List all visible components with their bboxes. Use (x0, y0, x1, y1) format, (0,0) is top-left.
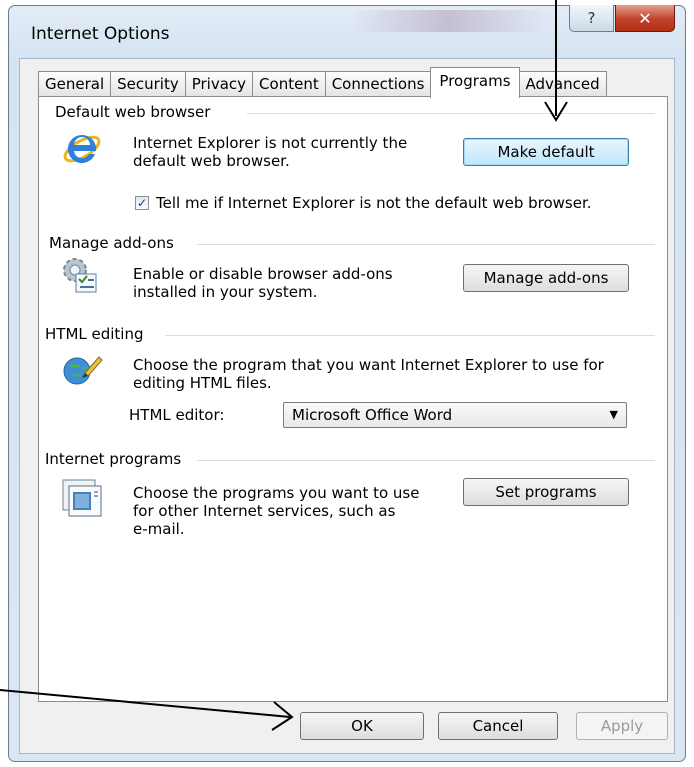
internet-programs-group-title: Internet programs (45, 450, 182, 468)
tab-advanced[interactable]: Advanced (518, 71, 607, 96)
html-editing-group-title: HTML editing (45, 325, 144, 343)
checkmark-icon: ✓ (136, 196, 148, 210)
manage-addons-button[interactable]: Manage add-ons (463, 264, 629, 292)
html-editor-label: HTML editor: (129, 406, 225, 424)
tab-connections[interactable]: Connections (324, 71, 432, 96)
manage-addons-group-title: Manage add-ons (49, 234, 174, 252)
internet-programs-description-line3: e-mail. (133, 520, 185, 538)
manage-addons-label: Manage add-ons (483, 269, 609, 287)
tab-privacy[interactable]: Privacy (184, 71, 254, 96)
group-divider (165, 335, 655, 336)
html-editing-description-line2: editing HTML files. (133, 374, 272, 392)
tab-programs[interactable]: Programs (430, 67, 520, 98)
tab-strip: General Security Privacy Content Connect… (38, 67, 607, 98)
internet-programs-icon (61, 478, 103, 522)
tab-content[interactable]: Content (252, 71, 326, 96)
set-programs-label: Set programs (495, 483, 597, 501)
dialog-client-area: General Security Privacy Content Connect… (19, 58, 675, 754)
html-editor-selected-value: Microsoft Office Word (292, 406, 453, 424)
group-divider (197, 460, 655, 461)
default-browser-check-label[interactable]: Tell me if Internet Explorer is not the … (156, 194, 592, 212)
internet-explorer-icon (61, 129, 103, 173)
default-browser-description-line2: default web browser. (133, 152, 290, 170)
close-button[interactable]: ✕ (615, 5, 675, 32)
help-button[interactable]: ? (569, 5, 614, 32)
title-bar[interactable]: Internet Options ? ✕ (9, 5, 685, 56)
make-default-label: Make default (497, 143, 595, 161)
addons-description-line1: Enable or disable browser add-ons (133, 265, 393, 283)
default-browser-description-line1: Internet Explorer is not currently the (133, 134, 408, 152)
ok-label: OK (351, 717, 373, 735)
internet-programs-description-line1: Choose the programs you want to use (133, 484, 420, 502)
close-icon: ✕ (638, 8, 652, 28)
cancel-button[interactable]: Cancel (438, 712, 558, 740)
apply-button[interactable]: Apply (576, 712, 668, 740)
programs-tab-page: Default web browser Internet Explorer is… (38, 96, 668, 702)
html-editing-description-line1: Choose the program that you want Interne… (133, 356, 604, 374)
set-programs-button[interactable]: Set programs (463, 478, 629, 506)
apply-label: Apply (600, 717, 644, 735)
window-title: Internet Options (31, 24, 170, 44)
html-editor-icon (61, 349, 103, 393)
title-blur-area (349, 10, 549, 32)
help-icon: ? (587, 9, 596, 27)
cancel-label: Cancel (472, 717, 524, 735)
addons-description-line2: installed in your system. (133, 283, 318, 301)
html-editor-select[interactable]: Microsoft Office Word ▼ (283, 402, 627, 428)
internet-options-window: Internet Options ? ✕ General Security Pr… (8, 5, 686, 762)
dropdown-arrow-icon: ▼ (609, 408, 618, 421)
make-default-button[interactable]: Make default (463, 138, 629, 166)
addons-gear-icon (59, 254, 101, 300)
tab-general[interactable]: General (38, 71, 112, 96)
group-divider (197, 244, 655, 245)
ok-button[interactable]: OK (300, 712, 424, 740)
checkbox-label-text: Tell me if Internet Explorer is not the … (156, 194, 592, 212)
internet-programs-description-line2: for other Internet services, such as (133, 502, 396, 520)
group-divider (247, 113, 655, 114)
default-browser-check-checkbox[interactable]: ✓ (135, 196, 149, 210)
tab-security[interactable]: Security (110, 71, 186, 96)
default-browser-group-title: Default web browser (55, 103, 211, 121)
